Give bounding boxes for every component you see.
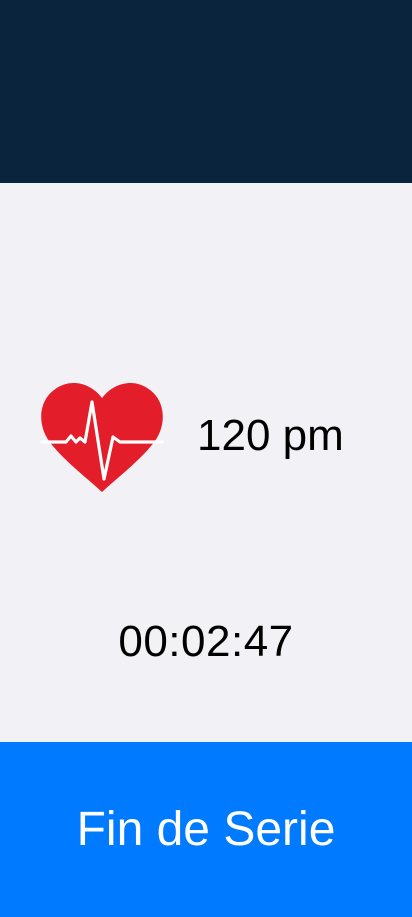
elapsed-time: 00:02:47 (118, 617, 294, 666)
heart-rate-value: 120 pm (197, 411, 344, 460)
heart-pulse-icon (40, 380, 164, 492)
heart-rate-row: 120 pm (0, 376, 412, 496)
header-bar (0, 0, 412, 183)
end-series-label: Fin de Serie (76, 802, 336, 856)
workout-screen: 120 pm 00:02:47 Fin de Serie (0, 0, 412, 917)
end-series-button[interactable]: Fin de Serie (0, 742, 412, 917)
